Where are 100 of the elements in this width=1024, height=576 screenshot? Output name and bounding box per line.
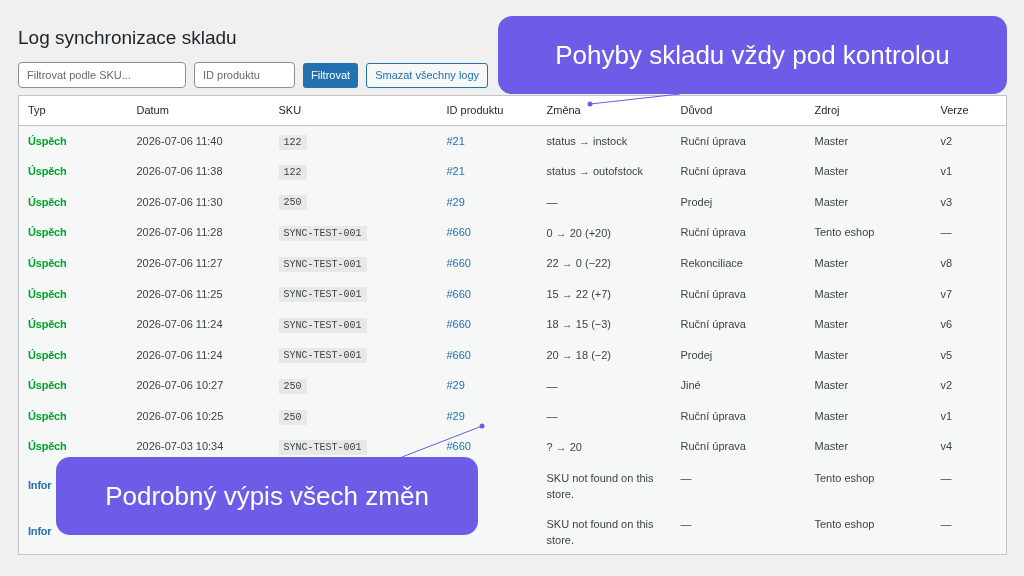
table-cell: Ruční úprava	[680, 409, 746, 422]
sku-code: 122	[278, 134, 307, 150]
product-link[interactable]: #21	[446, 165, 465, 178]
table-cell: Master	[814, 287, 849, 300]
table-cell-text: 0 → 20 (+20)	[546, 225, 612, 241]
table-cell: Ruční úprava	[680, 318, 746, 331]
table-cell: 2026-07-03 10:34	[136, 440, 224, 453]
sku-code: 250	[278, 409, 307, 425]
table-cell: 2026-07-06 11:24	[136, 348, 223, 361]
table-cell: Ruční úprava	[680, 226, 746, 239]
callout-banner: Pohyby skladu vždy pod kontrolou	[498, 16, 1007, 94]
type-label: Úspěch	[28, 348, 67, 361]
type-label: Úspěch	[28, 440, 67, 453]
type-label: Úspěch	[28, 287, 67, 300]
table-cell: 2026-07-06 11:30	[136, 195, 223, 208]
table-cell-text: —	[546, 409, 559, 425]
table-cell: Rekonciliace	[680, 256, 743, 269]
table-cell: Tento eshop	[814, 226, 875, 239]
table-cell: v8	[940, 256, 953, 269]
table-cell: Jiné	[680, 379, 701, 392]
filter-button[interactable]: Filtrovat	[303, 62, 359, 88]
product-link[interactable]: #660	[446, 440, 471, 453]
product-id-field[interactable]: ID produktu	[194, 62, 295, 88]
type-label: Infor	[28, 524, 52, 537]
table-cell: Master	[814, 348, 849, 361]
type-label: Úspěch	[28, 379, 67, 392]
type-label: Úspěch	[28, 226, 67, 239]
table-cell-text: ? → 20	[546, 439, 583, 455]
column-header: Datum	[136, 104, 169, 117]
table-cell: Tento eshop	[814, 518, 875, 531]
table-cell: v1	[940, 409, 953, 422]
product-link[interactable]: #660	[446, 287, 471, 300]
table-cell: 2026-07-06 11:24	[136, 318, 223, 331]
column-header: Zdroj	[814, 104, 840, 117]
column-header: Důvod	[680, 104, 713, 117]
table-cell: Master	[814, 440, 849, 453]
table-cell: Tento eshop	[814, 472, 875, 485]
table-cell-text: SKU not found on this store.	[546, 471, 655, 503]
product-link[interactable]: #660	[446, 318, 471, 331]
table-cell: Ruční úprava	[680, 440, 746, 453]
product-link[interactable]: #21	[446, 134, 465, 147]
sku-code: SYNC-TEST-001	[278, 256, 367, 272]
column-header: Typ	[28, 104, 46, 117]
table-cell: —	[680, 518, 692, 531]
table-cell-text: —	[546, 195, 559, 210]
table-cell: Master	[814, 409, 849, 422]
product-link[interactable]: #29	[446, 195, 465, 208]
table-cell: Master	[814, 134, 849, 147]
table-cell: —	[680, 472, 692, 485]
table-cell-text: status → instock	[546, 134, 629, 150]
table-cell: v1	[940, 165, 953, 178]
table-cell-text: 18 → 15 (−3)	[546, 317, 612, 333]
table-cell: Master	[814, 256, 849, 269]
table-cell: 2026-07-06 11:38	[136, 165, 223, 178]
product-link[interactable]: #660	[446, 348, 471, 361]
type-label: Úspěch	[28, 165, 67, 178]
clear-logs-button[interactable]: Smazat všechny logy	[366, 62, 489, 88]
column-header: Změna	[546, 104, 581, 117]
table-cell: 2026-07-06 10:27	[136, 379, 224, 392]
sku-code: SYNC-TEST-001	[278, 226, 367, 242]
type-label: Úspěch	[28, 409, 67, 422]
product-link[interactable]: #660	[446, 226, 471, 239]
sku-code: SYNC-TEST-001	[278, 287, 367, 303]
type-label: Infor	[28, 478, 52, 491]
table-cell: 2026-07-06 11:27	[136, 256, 223, 269]
table-cell: v2	[940, 134, 953, 147]
table-cell: Master	[814, 195, 849, 208]
type-label: Úspěch	[28, 134, 67, 147]
product-link[interactable]: #660	[446, 256, 471, 269]
sku-code: 122	[278, 164, 307, 180]
table-cell: —	[940, 472, 952, 485]
column-header: SKU	[278, 104, 302, 117]
table-cell: Prodej	[680, 348, 713, 361]
table-cell: Ruční úprava	[680, 287, 746, 300]
table-cell: v4	[940, 440, 953, 453]
table-cell: v5	[940, 348, 953, 361]
table-cell: 2026-07-06 11:40	[136, 134, 223, 147]
table-cell: 2026-07-06 10:25	[136, 409, 224, 422]
type-label: Úspěch	[28, 318, 67, 331]
sku-code: 250	[278, 195, 307, 211]
table-cell: v6	[940, 318, 953, 331]
product-link[interactable]: #29	[446, 409, 465, 422]
table-cell: —	[940, 226, 952, 239]
table-cell: Prodej	[680, 195, 713, 208]
sku-filter-field[interactable]: Filtrovat podle SKU...	[18, 62, 186, 88]
table-cell: Ruční úprava	[680, 134, 746, 147]
sku-code: SYNC-TEST-001	[278, 440, 367, 456]
table-cell: Master	[814, 165, 849, 178]
table-cell: v7	[940, 287, 953, 300]
table-cell: —	[940, 518, 952, 531]
table-cell-text: 15 → 22 (+7)	[546, 286, 612, 302]
callout-banner: Podrobný výpis všech změn	[56, 457, 478, 535]
table-cell: 2026-07-06 11:28	[136, 226, 223, 239]
type-label: Úspěch	[28, 195, 67, 208]
table-cell: Master	[814, 318, 849, 331]
product-link[interactable]: #29	[446, 379, 465, 392]
page-title: Log synchronizace skladu	[18, 26, 237, 50]
table-cell-text: 22 → 0 (−22)	[546, 256, 612, 272]
sku-code: SYNC-TEST-001	[278, 348, 367, 364]
table-cell: v3	[940, 195, 953, 208]
